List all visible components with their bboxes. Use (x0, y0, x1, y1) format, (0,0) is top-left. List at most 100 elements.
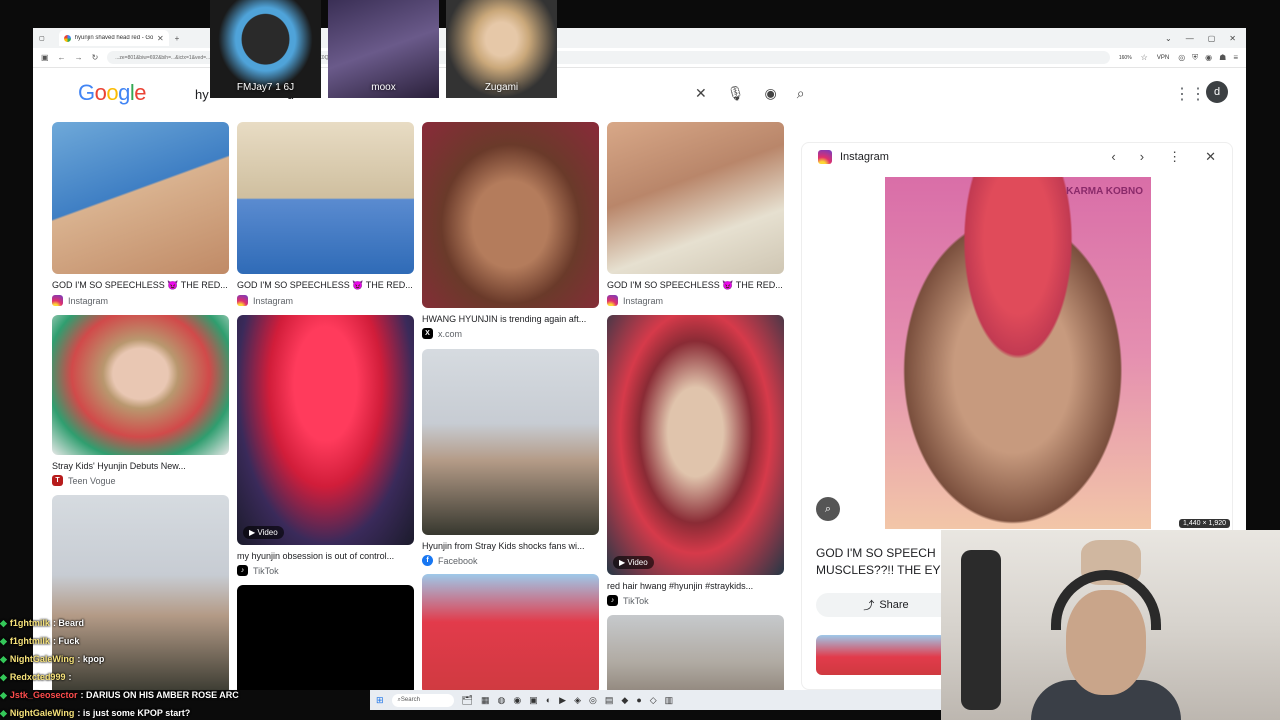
result-image[interactable] (422, 122, 599, 308)
taskbar-app-icon[interactable]: ◉ (513, 695, 521, 706)
user-avatar[interactable]: d (1206, 81, 1228, 103)
result-image[interactable] (422, 574, 599, 690)
result-card[interactable]: Stray Kids' Hyunjin Debuts New... T Teen … (52, 315, 229, 486)
taskbar-app-icon[interactable]: ▣ (529, 695, 538, 706)
result-card[interactable]: GOD I'M SO SPEECHLESS 😈 THE RED... Insta… (237, 122, 414, 306)
result-caption[interactable]: GOD I'M SO SPEECHLESS 😈 THE RED... (237, 280, 414, 291)
preview-image[interactable]: KARMA KOBNO (885, 177, 1151, 529)
result-source[interactable]: T Teen Vogue (52, 475, 229, 486)
extension-icon[interactable]: ◉ (1205, 53, 1212, 63)
result-card[interactable]: Hyunjin from Stray Kids shocks fans wi..… (422, 349, 599, 566)
forward-icon[interactable]: → (75, 53, 83, 62)
profile-icon[interactable]: ☗ (1219, 53, 1226, 63)
result-caption[interactable]: Hyunjin from Stray Kids shocks fans wi..… (422, 541, 599, 551)
tab-menu-icon[interactable]: ▢ (39, 35, 45, 42)
sidebar-icon[interactable]: ▣ (41, 53, 49, 62)
viewer-avatar: FMJay7 1 6J (210, 0, 321, 98)
chat-message: ◆ f1ghtmilk: Fuck (0, 635, 80, 647)
result-caption[interactable]: red hair hwang #hyunjin #straykids... (607, 581, 784, 591)
start-icon[interactable]: ⊞ (376, 695, 384, 706)
result-source[interactable]: f Facebook (422, 555, 599, 566)
wallet-icon[interactable]: ◎ (1178, 53, 1185, 63)
new-tab-icon[interactable]: + (175, 34, 180, 43)
result-source[interactable]: Instagram (52, 295, 229, 306)
google-logo[interactable]: Google (78, 80, 147, 106)
result-card[interactable]: ▶ Video my hyunjin obsession is out of c… (237, 315, 414, 576)
clear-search-icon[interactable]: ✕ (695, 85, 707, 102)
taskbar-app-icon[interactable]: ◐ (546, 695, 551, 705)
result-image[interactable] (52, 122, 229, 274)
shield-icon[interactable]: ⛨ (1192, 53, 1198, 63)
chat-message: ◆ NightGaleWing: kpop (0, 653, 105, 665)
stream-chat: ◆ f1ghtmilk: Beard ◆ f1ghtmilk: Fuck ◆ Nigh… (0, 614, 380, 720)
result-image[interactable] (607, 615, 784, 690)
panel-header: Instagram ‹ › ⋮ ✕ (802, 143, 1232, 171)
related-image[interactable] (816, 635, 946, 675)
result-source[interactable]: Instagram (607, 295, 784, 306)
result-source[interactable]: ♪ TikTok (607, 595, 784, 606)
taskbar-app-icon[interactable]: ▤ (605, 695, 614, 706)
back-icon[interactable]: ← (58, 53, 66, 62)
reload-icon[interactable]: ↻ (92, 53, 99, 62)
more-options-icon[interactable]: ⋮ (1168, 149, 1181, 165)
result-card[interactable]: GOD I'M SO SPEECHLESS 😈 THE RED... Insta… (607, 122, 784, 306)
google-lens-icon[interactable]: ◉ (765, 85, 777, 102)
taskbar-app-icon[interactable]: ◎ (589, 695, 597, 706)
result-image[interactable] (607, 122, 784, 274)
facebook-icon: f (422, 555, 433, 566)
result-image[interactable] (237, 122, 414, 274)
chevron-down-icon[interactable]: ⌄ (1165, 34, 1172, 43)
taskbar-search[interactable]: ⌕ Search (391, 693, 454, 707)
taskbar-app-icon[interactable]: ▦ (481, 695, 490, 706)
close-window-icon[interactable]: ✕ (1229, 34, 1236, 43)
teen-vogue-icon: T (52, 475, 63, 486)
result-image[interactable] (422, 349, 599, 535)
result-card[interactable]: GOD I'M SO SPEECHLESS 😈 THE RED... Insta… (52, 122, 229, 306)
taskbar-app-icon[interactable]: ▶ (559, 695, 566, 706)
taskbar-app-icon[interactable]: ◈ (574, 695, 581, 706)
taskbar-app-icon[interactable]: ● (636, 695, 641, 705)
previous-icon[interactable]: ‹ (1111, 149, 1115, 165)
result-caption[interactable]: my hyunjin obsession is out of control..… (237, 551, 414, 561)
result-image[interactable] (52, 315, 229, 455)
bookmark-star-icon[interactable]: ☆ (1141, 53, 1148, 62)
tab-title: hyunjin shaved head red - Goo... (74, 35, 153, 41)
panel-title[interactable]: GOD I'M SO SPEECH MUSCLES??!! THE EY (816, 545, 946, 579)
taskbar-app-icon[interactable]: ▥ (665, 695, 674, 706)
result-source[interactable]: Xx.com (422, 328, 599, 339)
result-card[interactable] (607, 615, 784, 690)
instagram-icon (818, 150, 832, 164)
result-card[interactable] (422, 574, 599, 690)
taskbar-app-icon[interactable]: ◆ (621, 695, 628, 706)
vpn-button[interactable]: VPN (1157, 55, 1169, 61)
browser-tab[interactable]: hyunjin shaved head red - Goo... ✕ (58, 30, 169, 46)
close-panel-icon[interactable]: ✕ (1205, 149, 1216, 165)
result-card[interactable]: ▶ Video red hair hwang #hyunjin #strayki… (607, 315, 784, 606)
share-button[interactable]: ⤴ Share (816, 593, 956, 617)
search-icon[interactable]: ⌕ (797, 85, 805, 102)
result-source[interactable]: Instagram (237, 295, 414, 306)
tab-close-icon[interactable]: ✕ (157, 34, 164, 43)
result-source[interactable]: ♪ TikTok (237, 565, 414, 576)
tiktok-icon: ♪ (237, 565, 248, 576)
minimize-icon[interactable]: — (1186, 34, 1194, 43)
image-results-grid: GOD I'M SO SPEECHLESS 😈 THE RED... Insta… (33, 122, 793, 690)
taskbar-app-icon[interactable]: ◇ (650, 695, 657, 706)
taskbar-app-icon[interactable]: ◍ (498, 695, 506, 706)
microphone-icon[interactable]: 🎙 (727, 85, 745, 102)
result-caption[interactable]: GOD I'M SO SPEECHLESS 😈 THE RED... (607, 280, 784, 291)
zoom-level[interactable]: 160% (1119, 55, 1132, 61)
result-image[interactable]: ▶ Video (237, 315, 414, 545)
result-caption[interactable]: GOD I'M SO SPEECHLESS 😈 THE RED... (52, 280, 229, 291)
result-caption[interactable]: HWANG HYUNJIN is trending again aft... (422, 314, 599, 324)
result-card[interactable]: HWANG HYUNJIN is trending again aft... X… (422, 122, 599, 339)
result-image[interactable]: ▶ Video (607, 315, 784, 575)
lens-search-icon[interactable]: ⌕ (816, 497, 840, 521)
result-caption[interactable]: Stray Kids' Hyunjin Debuts New... (52, 461, 229, 471)
menu-icon[interactable]: ≡ (1233, 53, 1238, 63)
panel-source[interactable]: Instagram (840, 151, 889, 163)
taskbar-app-icon[interactable]: 🗂 (462, 695, 473, 706)
next-icon[interactable]: › (1140, 149, 1144, 165)
video-badge: ▶ Video (613, 556, 654, 569)
maximize-icon[interactable]: ▢ (1208, 34, 1216, 43)
